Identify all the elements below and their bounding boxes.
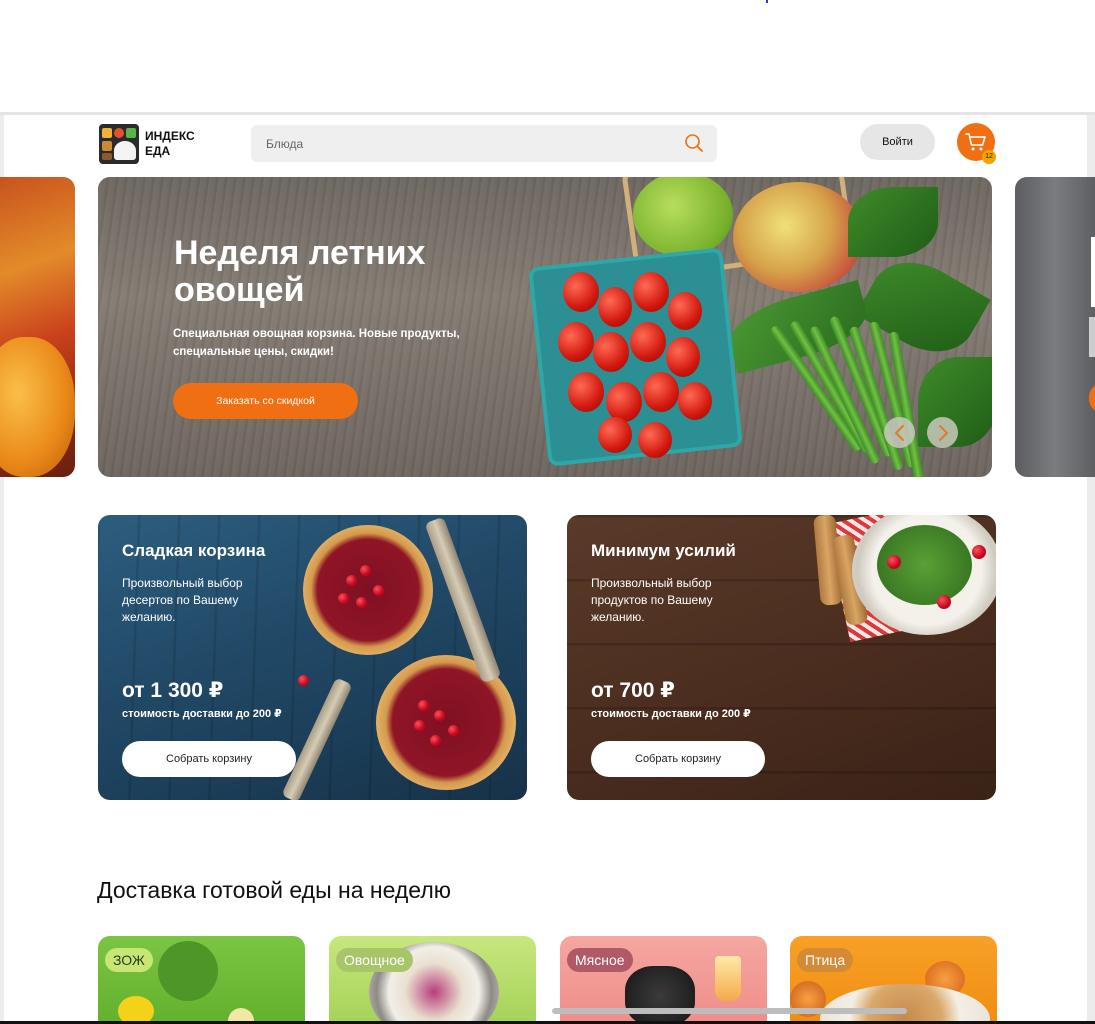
tart-image xyxy=(303,525,433,655)
category-label: ЗОЖ xyxy=(105,948,153,972)
logo-text: ИНДЕКС ЕДА xyxy=(145,129,195,159)
promo-title: Минимум усилий xyxy=(591,541,736,560)
promo-delivery: стоимость доставки до 200 ₽ xyxy=(122,708,282,720)
search-icon[interactable] xyxy=(684,133,704,153)
promo-card-minimum-effort[interactable]: Минимум усилий Произвольный выбор продук… xyxy=(567,515,996,800)
order-discount-button[interactable]: Заказать со скидкой xyxy=(173,383,358,419)
section-title: Доставка готовой еды на неделю xyxy=(97,877,452,903)
cart-icon xyxy=(965,133,986,151)
header-divider xyxy=(0,112,1095,115)
chevron-right-icon xyxy=(938,424,948,441)
carousel-prev-button[interactable] xyxy=(884,417,915,448)
promo-price: от 1 300 ₽ xyxy=(122,679,224,702)
carousel-slide-next[interactable] xyxy=(1015,177,1095,477)
category-label: Овощное xyxy=(336,948,413,972)
top-indicator-dot xyxy=(766,0,768,3)
logo-line-1: ИНДЕКС xyxy=(145,129,195,143)
build-basket-button[interactable]: Собрать корзину xyxy=(591,741,765,777)
carousel-slide-previous[interactable] xyxy=(0,177,75,477)
promo-title: Сладкая корзина xyxy=(122,541,266,560)
category-label: Птица xyxy=(797,948,854,972)
category-card-vegetable[interactable]: Овощное xyxy=(329,936,536,1024)
search-bar xyxy=(251,125,717,162)
promo-price: от 700 ₽ xyxy=(591,679,675,702)
horizontal-scrollbar[interactable] xyxy=(552,1008,907,1014)
hero-title: Неделя летних овощей xyxy=(174,234,426,309)
login-button[interactable]: Войти xyxy=(860,124,935,160)
promo-description: Произвольный выбор продуктов по Вашему ж… xyxy=(591,576,713,624)
chevron-left-icon xyxy=(894,424,904,441)
promo-description: Произвольный выбор десертов по Вашему же… xyxy=(122,576,243,624)
build-basket-button[interactable]: Собрать корзину xyxy=(122,741,296,777)
logo[interactable]: ИНДЕКС ЕДА xyxy=(99,124,195,164)
hero-vegetables-image xyxy=(528,177,992,477)
logo-line-2: ЕДА xyxy=(145,144,171,158)
cart-count-badge: 12 xyxy=(982,150,996,164)
hero-subtitle: Специальная овощная корзина. Новые проду… xyxy=(173,328,460,358)
promo-delivery: стоимость доставки до 200 ₽ xyxy=(591,708,751,720)
pumpkin-image xyxy=(0,337,75,477)
category-card-healthy[interactable]: ЗОЖ xyxy=(98,936,305,1024)
logo-icon xyxy=(99,124,139,164)
hero-banner: Неделя летних овощей Специальная овощная… xyxy=(98,177,992,477)
category-label: Мясное xyxy=(567,948,633,972)
promo-card-sweet[interactable]: Сладкая корзина Произвольный выбор десер… xyxy=(98,515,527,800)
carousel-next-button[interactable] xyxy=(927,417,958,448)
search-input[interactable] xyxy=(251,125,671,162)
